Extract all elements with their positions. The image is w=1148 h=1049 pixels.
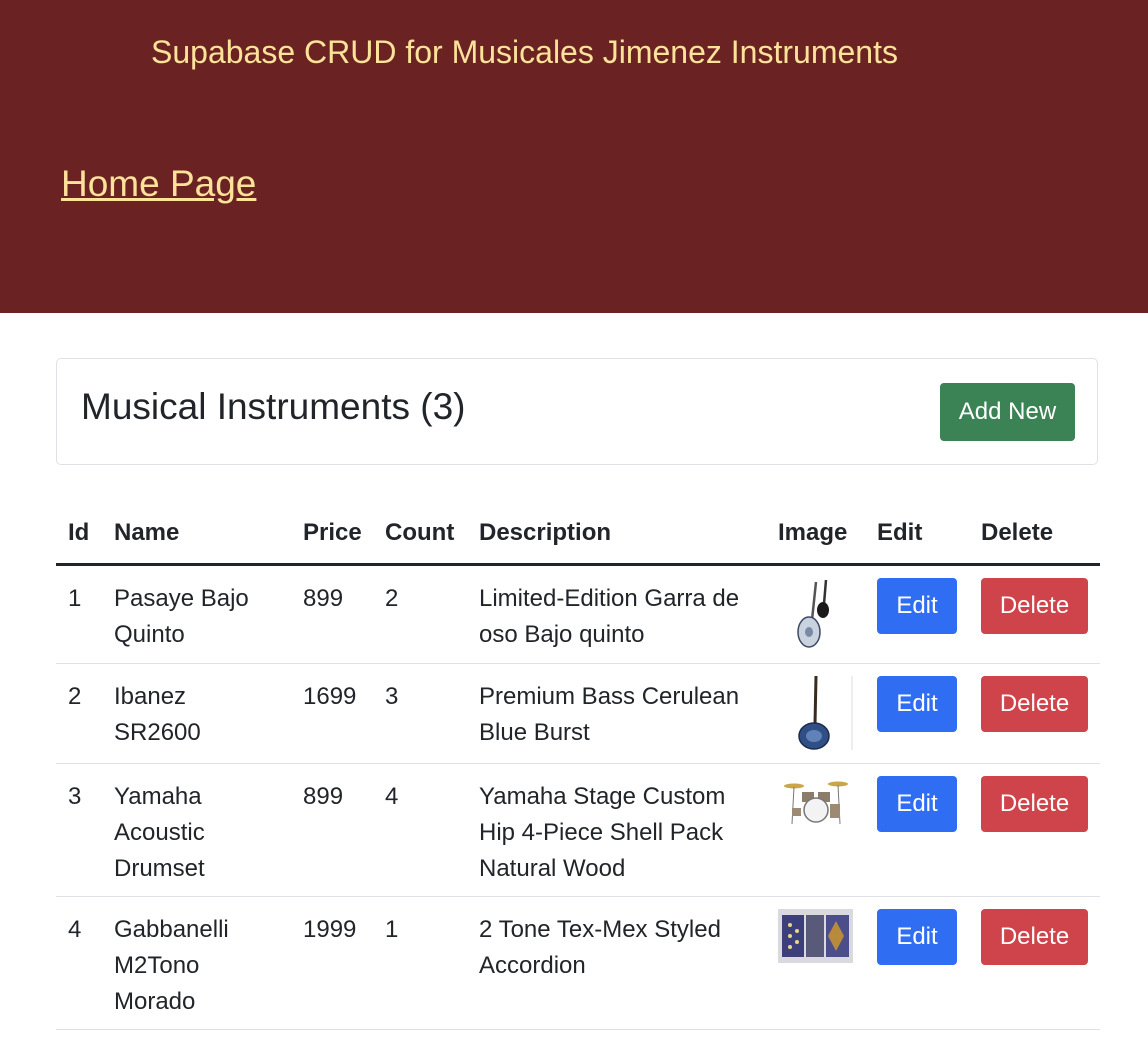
instruments-card: Musical Instruments (3) Add New bbox=[56, 358, 1098, 465]
delete-button[interactable]: Delete bbox=[981, 909, 1088, 965]
cell-count: 2 bbox=[385, 585, 399, 612]
column-header-count: Count bbox=[385, 519, 455, 546]
column-header-id: Id bbox=[68, 519, 90, 546]
cell-price: 899 bbox=[303, 783, 344, 810]
table-row: 3 Yamaha Acoustic Drumset 899 4 Yamaha S… bbox=[56, 764, 1100, 897]
cell-price: 1999 bbox=[303, 916, 357, 943]
cell-description: 2 Tone Tex-Mex Styled Accordion bbox=[479, 916, 721, 979]
table-row: 1 Pasaye Bajo Quinto 899 2 Limited-Editi… bbox=[56, 566, 1100, 664]
edit-button[interactable]: Edit bbox=[877, 578, 957, 634]
column-header-image: Image bbox=[778, 519, 848, 546]
cell-count: 1 bbox=[385, 916, 399, 943]
cell-name: Gabbanelli M2Tono Morado bbox=[114, 916, 229, 1015]
cell-description: Limited-Edition Garra de oso Bajo quinto bbox=[479, 585, 740, 648]
cell-name: Yamaha Acoustic Drumset bbox=[114, 783, 205, 882]
table-row: 2 Ibanez SR2600 1699 3 Premium Bass Ceru… bbox=[56, 664, 1100, 764]
edit-button[interactable]: Edit bbox=[877, 676, 957, 732]
cell-price: 1699 bbox=[303, 683, 357, 710]
column-header-name: Name bbox=[114, 519, 180, 546]
cell-description: Yamaha Stage Custom Hip 4-Piece Shell Pa… bbox=[479, 783, 726, 882]
cell-description: Premium Bass Cerulean Blue Burst bbox=[479, 683, 740, 746]
bajo-quinto-guitars-image bbox=[778, 578, 853, 650]
site-header: Supabase CRUD for Musicales Jimenez Inst… bbox=[0, 0, 1148, 313]
cell-id: 3 bbox=[68, 783, 82, 810]
cell-id: 2 bbox=[68, 683, 82, 710]
cell-price: 899 bbox=[303, 585, 344, 612]
accordion-image bbox=[778, 909, 853, 963]
column-header-edit: Edit bbox=[877, 519, 923, 546]
add-new-button[interactable]: Add New bbox=[940, 383, 1075, 441]
column-header-price: Price bbox=[303, 519, 362, 546]
drumset-image bbox=[778, 778, 853, 828]
cell-count: 3 bbox=[385, 683, 399, 710]
delete-button[interactable]: Delete bbox=[981, 676, 1088, 732]
home-page-link[interactable]: Home Page bbox=[61, 162, 256, 206]
cell-name: Ibanez SR2600 bbox=[114, 683, 201, 746]
delete-button[interactable]: Delete bbox=[981, 578, 1088, 634]
column-header-description: Description bbox=[479, 519, 612, 546]
cell-name: Pasaye Bajo Quinto bbox=[114, 585, 249, 648]
table-row: 4 Gabbanelli M2Tono Morado 1999 1 2 Tone… bbox=[56, 897, 1100, 1030]
cell-id: 4 bbox=[68, 916, 82, 943]
column-header-delete: Delete bbox=[981, 519, 1054, 546]
delete-button[interactable]: Delete bbox=[981, 776, 1088, 832]
card-title: Musical Instruments (3) bbox=[81, 386, 466, 427]
edit-button[interactable]: Edit bbox=[877, 776, 957, 832]
edit-button[interactable]: Edit bbox=[877, 909, 957, 965]
bass-guitar-image bbox=[778, 674, 853, 752]
site-title: Supabase CRUD for Musicales Jimenez Inst… bbox=[151, 34, 898, 70]
cell-count: 4 bbox=[385, 783, 399, 810]
cell-id: 1 bbox=[68, 585, 82, 612]
